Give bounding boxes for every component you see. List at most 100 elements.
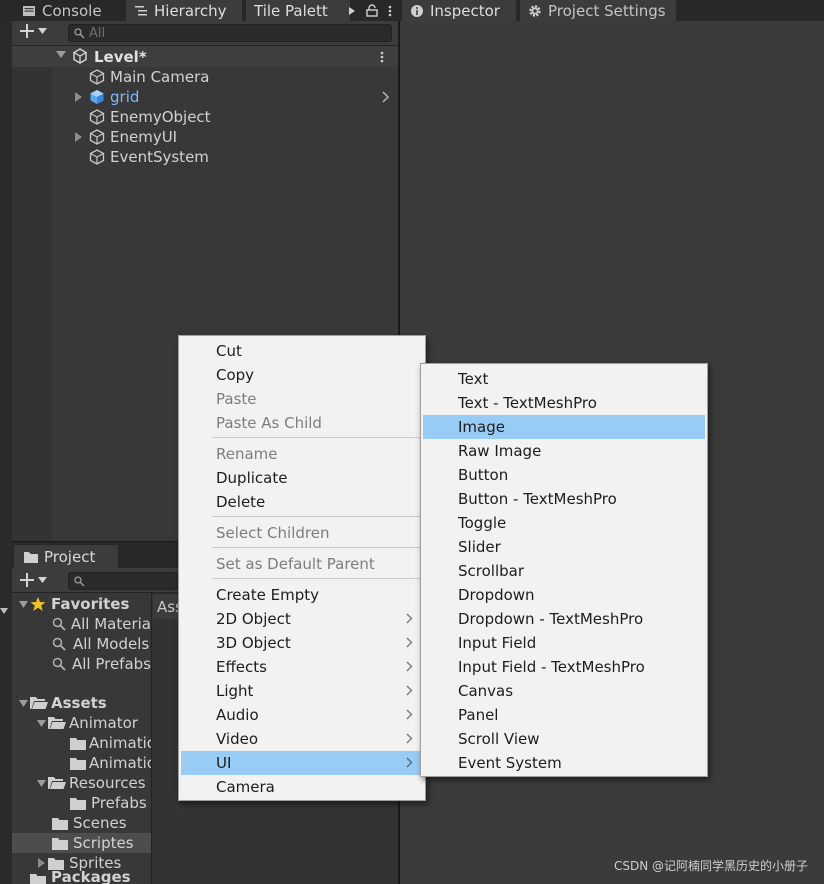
search-icon (52, 617, 66, 631)
menu-item-2d-object[interactable]: 2D Object (181, 607, 423, 631)
menu-item-ui[interactable]: UI (181, 751, 423, 775)
submenu-item-toggle[interactable]: Toggle (423, 511, 705, 535)
context-menu: Cut Copy Paste Paste As Child Rename Dup… (178, 335, 426, 801)
tree-item-label: Prefabs (91, 794, 147, 812)
scene-header-row[interactable] (12, 46, 398, 67)
hierarchy-item-label: grid (110, 88, 140, 106)
tree-item-all-materials[interactable]: All Materia (16, 614, 151, 634)
menu-item-effects[interactable]: Effects (181, 655, 423, 679)
expand-arrow-icon[interactable] (52, 87, 88, 107)
hierarchy-item-label: EventSystem (110, 148, 209, 166)
submenu-item-button-tmp[interactable]: Button - TextMeshPro (423, 487, 705, 511)
submenu-item-canvas[interactable]: Canvas (423, 679, 705, 703)
folder-icon (70, 797, 86, 810)
tree-item-label: Resources (69, 774, 146, 792)
tree-item-label: Animatio (89, 754, 151, 772)
submenu-item-image[interactable]: Image (423, 415, 705, 439)
expand-arrow-icon[interactable] (52, 127, 88, 147)
console-icon (23, 5, 35, 16)
menu-item-camera[interactable]: Camera (181, 775, 423, 799)
submenu-item-event-system[interactable]: Event System (423, 751, 705, 775)
more-vert-icon[interactable] (388, 5, 392, 17)
tree-item-sprites[interactable]: Sprites (16, 853, 151, 873)
play-more-icon[interactable] (348, 6, 356, 16)
tree-item-scriptes[interactable]: Scriptes (12, 833, 151, 853)
menu-item-duplicate[interactable]: Duplicate (181, 466, 423, 490)
tab-hierarchy[interactable]: Hierarchy (126, 0, 242, 21)
folder-icon (70, 757, 86, 770)
tree-item-assets[interactable]: Assets (16, 693, 151, 713)
tree-item-all-models[interactable]: All Models (16, 634, 151, 654)
menu-item-copy[interactable]: Copy (181, 363, 423, 387)
hierarchy-item-enemyui[interactable]: EnemyUI (52, 127, 177, 147)
hierarchy-item-eventsystem[interactable]: EventSystem (52, 147, 209, 167)
tree-item-scenes[interactable]: Scenes (16, 813, 151, 833)
hierarchy-item-label: EnemyObject (110, 108, 211, 126)
submenu-item-dropdown-tmp[interactable]: Dropdown - TextMeshPro (423, 607, 705, 631)
submenu-item-button[interactable]: Button (423, 463, 705, 487)
collapse-arrow-icon[interactable] (0, 608, 8, 614)
tab-console[interactable]: Console (14, 0, 122, 21)
tab-label: Console (42, 1, 102, 20)
scene-expand-icon[interactable] (56, 50, 66, 60)
submenu-item-dropdown[interactable]: Dropdown (423, 583, 705, 607)
hierarchy-item-main-camera[interactable]: Main Camera (52, 67, 209, 87)
menu-item-label: Effects (216, 658, 267, 676)
menu-item-label: Button (458, 466, 509, 484)
create-dropdown[interactable] (20, 24, 47, 38)
menu-item-create-empty[interactable]: Create Empty (181, 583, 423, 607)
menu-item-video[interactable]: Video (181, 727, 423, 751)
scene-menu-icon[interactable] (380, 51, 384, 63)
folder-icon (52, 837, 68, 850)
expand-arrow-icon[interactable] (16, 600, 30, 608)
expand-arrow-icon[interactable] (34, 858, 48, 868)
expand-arrow-icon[interactable] (34, 719, 48, 727)
tree-item-animation-2[interactable]: Animatio (16, 753, 151, 773)
tree-item-packages[interactable]: Packages (16, 871, 151, 884)
submenu-item-text[interactable]: Text (423, 367, 705, 391)
tree-item-animation-1[interactable]: Animatio (16, 733, 151, 753)
menu-item-delete[interactable]: Delete (181, 490, 423, 514)
chevron-right-icon[interactable] (382, 91, 390, 103)
star-icon (30, 597, 46, 611)
lock-icon[interactable] (366, 4, 378, 17)
submenu-item-scrollbar[interactable]: Scrollbar (423, 559, 705, 583)
hierarchy-item-enemyobject[interactable]: EnemyObject (52, 107, 211, 127)
tree-item-label: Scriptes (73, 834, 134, 852)
menu-separator (212, 547, 422, 548)
hierarchy-search-input[interactable]: All (68, 24, 392, 42)
tab-inspector[interactable]: Inspector (402, 0, 516, 21)
tab-label: Tile Palett (254, 1, 328, 20)
menu-item-paste: Paste (181, 387, 423, 411)
tree-item-prefabs[interactable]: Prefabs (16, 793, 151, 813)
project-create-dropdown[interactable] (20, 573, 47, 587)
submenu-item-text-tmp[interactable]: Text - TextMeshPro (423, 391, 705, 415)
submenu-item-input-field[interactable]: Input Field (423, 631, 705, 655)
project-search-input[interactable] (68, 572, 180, 590)
menu-separator (212, 516, 422, 517)
tree-item-resources[interactable]: Resources (16, 773, 151, 793)
tree-item-animator[interactable]: Animator (16, 713, 151, 733)
tree-item-all-prefabs[interactable]: All Prefabs (16, 654, 151, 674)
submenu-item-input-field-tmp[interactable]: Input Field - TextMeshPro (423, 655, 705, 679)
tab-project[interactable]: Project (14, 545, 118, 568)
submenu-item-panel[interactable]: Panel (423, 703, 705, 727)
menu-item-audio[interactable]: Audio (181, 703, 423, 727)
menu-item-label: Duplicate (216, 469, 288, 487)
tab-tile-palette[interactable]: Tile Palett (246, 0, 350, 21)
expand-arrow-icon[interactable] (34, 779, 48, 787)
chevron-right-icon (406, 733, 413, 744)
folder-icon (70, 737, 86, 750)
hierarchy-item-grid[interactable]: grid (52, 87, 139, 107)
menu-item-cut[interactable]: Cut (181, 339, 423, 363)
submenu-item-slider[interactable]: Slider (423, 535, 705, 559)
tab-label: Project Settings (548, 1, 666, 20)
menu-item-light[interactable]: Light (181, 679, 423, 703)
expand-arrow-icon[interactable] (16, 699, 30, 707)
submenu-item-raw-image[interactable]: Raw Image (423, 439, 705, 463)
submenu-item-scroll-view[interactable]: Scroll View (423, 727, 705, 751)
menu-item-3d-object[interactable]: 3D Object (181, 631, 423, 655)
tab-project-settings[interactable]: Project Settings (520, 0, 676, 21)
tree-item-favorites[interactable]: Favorites (16, 594, 151, 614)
menu-item-label: Text - TextMeshPro (458, 394, 597, 412)
